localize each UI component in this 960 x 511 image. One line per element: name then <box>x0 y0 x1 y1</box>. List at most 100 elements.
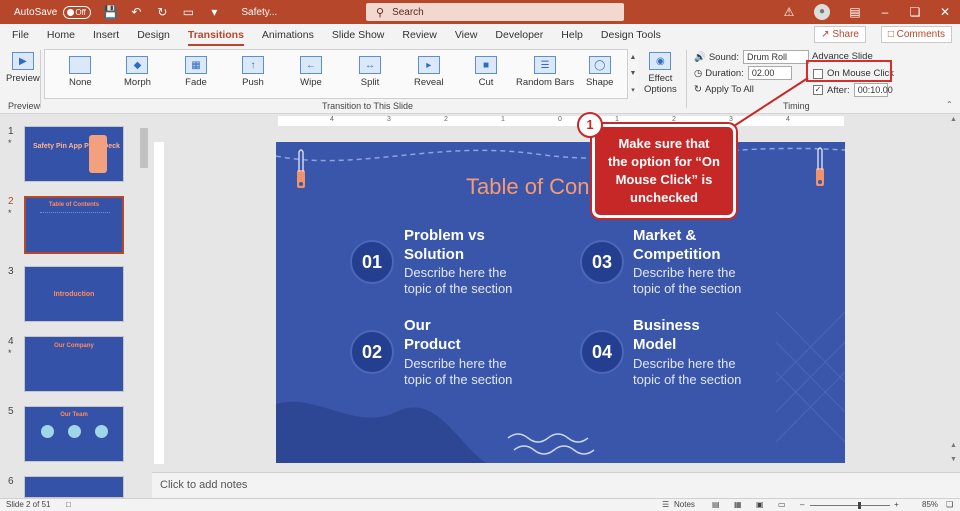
zoom-level[interactable]: 85% <box>922 500 938 509</box>
duration-input[interactable]: 02.00 <box>747 66 792 80</box>
preview-button[interactable]: ▶ Preview <box>6 52 40 84</box>
transition-random-bars[interactable]: ☰ Random Bars <box>516 56 574 88</box>
tab-animations[interactable]: Animations <box>262 24 314 46</box>
transition-fade[interactable]: ▦ Fade <box>185 56 207 88</box>
accessibility-icon[interactable]: □ <box>66 500 71 509</box>
customize-toolbar-icon[interactable]: ▾ <box>207 5 221 19</box>
editor-scrollbar[interactable]: ▲ ▲ ▼ <box>948 114 960 472</box>
slide-thumbnail-5[interactable]: Our Team <box>24 406 124 462</box>
duration-row: ◷ Duration: 02.00 <box>694 66 792 80</box>
slide-thumbnail-2[interactable]: Table of Contents <box>24 196 124 254</box>
tab-transitions[interactable]: Transitions <box>187 24 244 46</box>
tab-file[interactable]: File <box>12 24 29 46</box>
reading-view-icon[interactable]: ▣ <box>756 500 764 509</box>
slide-canvas[interactable]: Table of Con 01 Problem vs Solution Desc… <box>276 142 845 463</box>
close-icon[interactable]: ✕ <box>930 5 960 19</box>
zoom-slider[interactable] <box>810 505 890 506</box>
transition-split[interactable]: ↔ Split <box>359 56 381 88</box>
zoom-in-icon[interactable]: + <box>894 500 899 509</box>
tab-slide-show[interactable]: Slide Show <box>332 24 385 46</box>
thumb-title: Introduction <box>53 291 95 298</box>
slide-title[interactable]: Table of Con <box>466 174 590 200</box>
section-title-line-2: Solution <box>404 246 464 263</box>
team-avatar <box>41 425 54 438</box>
sound-select[interactable]: Drum Roll <box>742 50 809 64</box>
slide-sorter-icon[interactable]: ▦ <box>734 500 742 509</box>
section-description: Describe here the <box>633 265 736 280</box>
undo-icon[interactable]: ↶ <box>129 5 143 19</box>
present-icon[interactable]: ▭ <box>181 5 195 19</box>
slide-thumbnail-6[interactable] <box>24 476 124 498</box>
gallery-scroll[interactable]: ▲ ▼ ▾ <box>627 49 638 99</box>
notes-icon[interactable]: ☰ <box>662 500 669 509</box>
notes-pane[interactable]: Click to add notes <box>152 472 960 498</box>
scroll-down-icon[interactable]: ▼ <box>630 70 637 77</box>
thumb-number: 2 <box>8 196 14 207</box>
preview-group-label: Preview <box>8 101 41 111</box>
tab-view[interactable]: View <box>455 24 478 46</box>
search-box[interactable]: ⚲ Search <box>366 3 624 21</box>
on-mouse-click-highlight <box>806 60 892 82</box>
scrollbar-thumb[interactable] <box>140 128 148 168</box>
callout-text-3: Mouse Click” is <box>615 172 713 187</box>
thumb-transition-mark: * <box>8 348 12 358</box>
avatar[interactable]: ● <box>814 4 830 20</box>
scroll-up-icon[interactable]: ▲ <box>630 54 637 61</box>
fit-to-window-icon[interactable]: ❏ <box>946 500 953 509</box>
ruler-mark: 2 <box>672 116 676 123</box>
transition-morph[interactable]: ◆ Morph <box>124 56 151 88</box>
slide-thumbnail-4[interactable]: Our Company <box>24 336 124 392</box>
transition-none[interactable]: None <box>69 56 92 88</box>
document-name[interactable]: Safety... <box>241 7 277 18</box>
tab-review[interactable]: Review <box>402 24 436 46</box>
transition-label: Random Bars <box>516 77 575 88</box>
transition-shape[interactable]: ◯ Shape <box>586 56 613 88</box>
zoom-out-icon[interactable]: – <box>800 500 804 509</box>
restore-icon[interactable]: ❏ <box>900 5 930 19</box>
after-input[interactable]: 00:10.00 <box>853 83 893 97</box>
transition-push[interactable]: ↑ Push <box>242 56 264 88</box>
transition-cut[interactable]: ■ Cut <box>475 56 497 88</box>
slideshow-icon[interactable]: ▭ <box>778 500 786 509</box>
scroll-up-icon[interactable]: ▲ <box>950 116 957 123</box>
transition-reveal[interactable]: ▸ Reveal <box>414 56 444 88</box>
comments-button[interactable]: □ Comments <box>880 26 952 43</box>
autosave-toggle[interactable]: Off <box>63 5 92 19</box>
tab-developer[interactable]: Developer <box>495 24 543 46</box>
search-icon: ⚲ <box>376 6 385 19</box>
checkbox-checked[interactable]: ✓ <box>813 85 823 95</box>
normal-view-icon[interactable]: ▤ <box>712 500 720 509</box>
collapse-ribbon-icon[interactable]: ⌃ <box>946 100 953 109</box>
gallery-more-icon[interactable]: ▾ <box>631 86 635 94</box>
tab-design-tools[interactable]: Design Tools <box>601 24 661 46</box>
timing-group-label: Timing <box>783 101 810 111</box>
zoom-slider-thumb[interactable] <box>858 502 861 509</box>
transition-wipe[interactable]: ← Wipe <box>300 56 322 88</box>
redo-icon[interactable]: ↻ <box>155 5 169 19</box>
thumb-title: Our Team <box>60 412 88 418</box>
apply-all-button[interactable]: ↻ Apply To All <box>694 84 754 95</box>
slide-thumbnail-3[interactable]: Introduction <box>24 266 124 322</box>
apply-all-icon: ↻ <box>694 84 702 95</box>
save-icon[interactable]: 💾 <box>103 5 118 19</box>
next-slide-icon[interactable]: ▼ <box>950 456 957 463</box>
section-title: Our <box>404 317 431 334</box>
section-title-line-2: Model <box>633 336 677 353</box>
ribbon-display-icon[interactable]: ▤ <box>840 5 870 19</box>
tab-home[interactable]: Home <box>47 24 75 46</box>
warning-icon[interactable]: ⚠ <box>774 5 804 19</box>
previous-slide-icon[interactable]: ▲ <box>950 442 957 449</box>
tab-insert[interactable]: Insert <box>93 24 119 46</box>
section-title: Problem vs <box>404 227 485 244</box>
minimize-icon[interactable]: – <box>870 5 900 19</box>
notes-button[interactable]: Notes <box>674 500 695 509</box>
slide-thumbnail-1[interactable]: Safety Pin App Pitch Deck <box>24 126 124 182</box>
effect-options-button[interactable]: ◉ Effect Options <box>644 52 677 95</box>
share-button[interactable]: ↗ Share <box>814 26 866 43</box>
section-description: Describe here the <box>404 356 507 371</box>
tab-design[interactable]: Design <box>137 24 170 46</box>
after-checkbox[interactable]: ✓ After: 00:10.00 <box>813 83 893 97</box>
thumbnail-scrollbar[interactable] <box>139 118 149 496</box>
tab-help[interactable]: Help <box>561 24 583 46</box>
thumb-number: 6 <box>8 476 14 487</box>
